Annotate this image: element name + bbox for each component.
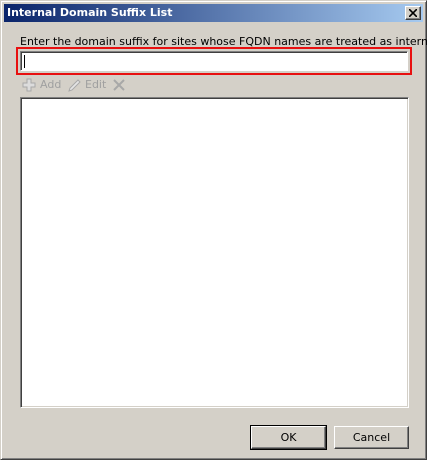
edit-button[interactable]: Edit: [67, 76, 107, 94]
edit-button-label: Edit: [85, 78, 107, 91]
text-caret: [24, 55, 25, 68]
pencil-icon: [68, 79, 81, 92]
ok-button[interactable]: OK: [250, 425, 327, 450]
domain-suffix-input[interactable]: [20, 51, 408, 71]
delete-button[interactable]: [111, 76, 129, 94]
close-icon: [409, 9, 417, 17]
add-button[interactable]: Add: [21, 76, 63, 94]
title-bar[interactable]: Internal Domain Suffix List: [4, 4, 423, 22]
window-title: Internal Domain Suffix List: [7, 6, 173, 19]
dialog-window: Internal Domain Suffix List Enter the do…: [0, 0, 427, 460]
close-button[interactable]: [405, 6, 421, 20]
x-icon: [113, 79, 125, 91]
list-toolbar: Add Edit: [21, 76, 141, 94]
add-button-label: Add: [40, 78, 62, 91]
plus-icon: [22, 78, 36, 92]
cancel-button[interactable]: Cancel: [334, 426, 409, 449]
suffix-list[interactable]: [20, 97, 409, 408]
